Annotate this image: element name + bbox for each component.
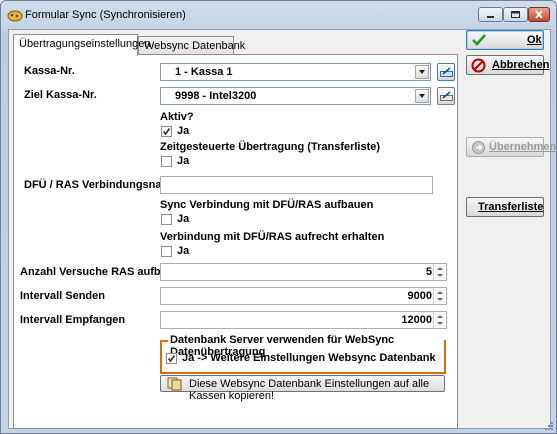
uebernehmen-label: Übernehmen (489, 141, 557, 153)
tab-label: Übertragungseinstellungen (19, 38, 151, 50)
dialog-window: Formular Sync (Synchronisieren) Übertrag… (0, 0, 557, 434)
checkmark-icon (162, 128, 171, 136)
edit-icon (440, 67, 453, 77)
aktiv-label: Aktiv? (160, 111, 194, 123)
apply-icon (472, 141, 485, 154)
transferliste-label: Transferliste (478, 201, 544, 213)
minimize-button[interactable] (478, 7, 503, 22)
kassa-label: Kassa-Nr. (24, 65, 75, 77)
keep-dfue-checkbox[interactable] (161, 246, 172, 257)
app-icon (7, 10, 23, 22)
arrow-down-icon[interactable] (437, 274, 443, 277)
ziel-value: 9998 - Intel3200 (175, 90, 257, 102)
close-icon (535, 10, 543, 19)
edit-icon (440, 91, 453, 101)
aktiv-checkbox[interactable] (161, 126, 172, 137)
zeit-check-label: Ja (177, 155, 190, 167)
title-bar: Formular Sync (Synchronisieren) (1, 1, 556, 29)
close-button[interactable] (528, 7, 550, 22)
websync-group: Datenbank Server verwenden für WebSync D… (160, 334, 446, 374)
abbrechen-button[interactable]: Abbrechen (466, 55, 549, 75)
checkmark-icon (167, 355, 176, 363)
websync-checkbox[interactable] (166, 353, 177, 364)
tab-uebertragungseinstellungen[interactable]: Übertragungseinstellungen (13, 34, 150, 56)
checkmark-icon (472, 34, 486, 46)
uebernehmen-button[interactable]: Übernehmen (466, 137, 556, 157)
copy-icon (167, 377, 182, 391)
kassa-value: 1 - Kassa 1 (175, 66, 233, 78)
anzahl-value: 5 (425, 266, 432, 278)
zeit-checkbox[interactable] (161, 156, 172, 167)
dfue-input[interactable] (160, 176, 433, 194)
ziel-edit-button[interactable] (437, 87, 455, 105)
empfangen-value: 12000 (401, 314, 432, 326)
senden-spinner[interactable]: 9000 (160, 287, 447, 305)
copy-settings-label: Diese Websync Datenbank Einstellungen au… (189, 378, 430, 402)
senden-value: 9000 (407, 290, 432, 302)
copy-settings-button[interactable]: Diese Websync Datenbank Einstellungen au… (160, 375, 445, 402)
empfangen-label: Intervall Empfangen (20, 314, 126, 326)
maximize-icon (511, 11, 520, 18)
kassa-select[interactable]: 1 - Kassa 1 (160, 63, 431, 81)
minimize-icon (487, 16, 494, 18)
abbrechen-label: Abbrechen (492, 59, 550, 71)
resize-grip-icon[interactable] (544, 421, 554, 431)
aktiv-check-label: Ja (177, 125, 190, 137)
window-title: Formular Sync (Synchronisieren) (25, 9, 186, 21)
websync-check-label: Ja -> Weitere Einstellungen Websync Date… (182, 352, 436, 364)
ziel-select[interactable]: 9998 - Intel3200 (160, 87, 431, 105)
dfue-label: DFÜ / RAS Verbindungsname (24, 179, 178, 191)
arrow-up-icon[interactable] (437, 291, 443, 294)
maximize-button[interactable] (503, 7, 528, 22)
sync-dfue-checkbox[interactable] (161, 214, 172, 225)
senden-label: Intervall Senden (20, 290, 105, 302)
chevron-down-icon[interactable] (415, 89, 429, 103)
spinner-buttons[interactable] (433, 288, 446, 304)
spinner-buttons[interactable] (433, 264, 446, 280)
tab-panel: Kassa-Nr. 1 - Kassa 1 Ziel Kassa-Nr. 999… (13, 54, 458, 429)
kassa-edit-button[interactable] (437, 63, 455, 81)
tab-websync-datenbank[interactable]: Websync Datenbank (138, 36, 245, 56)
transferliste-button[interactable]: Transferliste (466, 197, 544, 217)
keep-dfue-check-label: Ja (177, 245, 190, 257)
cancel-icon (471, 58, 486, 73)
arrow-up-icon[interactable] (437, 315, 443, 318)
ok-label: Ok (527, 34, 542, 46)
chevron-down-icon[interactable] (415, 65, 429, 79)
arrow-down-icon[interactable] (437, 298, 443, 301)
ziel-label: Ziel Kassa-Nr. (24, 89, 97, 101)
anzahl-spinner[interactable]: 5 (160, 263, 447, 281)
client-area: Übertragungseinstellungen Websync Datenb… (8, 29, 556, 429)
empfangen-spinner[interactable]: 12000 (160, 311, 447, 329)
zeit-label: Zeitgesteuerte Übertragung (Transferlist… (160, 141, 381, 153)
keep-dfue-label: Verbindung mit DFÜ/RAS aufrecht erhalten (160, 231, 385, 243)
arrow-down-icon[interactable] (437, 322, 443, 325)
arrow-up-icon[interactable] (437, 267, 443, 270)
ok-button[interactable]: Ok (466, 30, 544, 50)
sync-dfue-label: Sync Verbindung mit DFÜ/RAS aufbauen (160, 199, 374, 211)
spinner-buttons[interactable] (433, 312, 446, 328)
tab-label: Websync Datenbank (144, 40, 246, 52)
sync-dfue-check-label: Ja (177, 213, 190, 225)
